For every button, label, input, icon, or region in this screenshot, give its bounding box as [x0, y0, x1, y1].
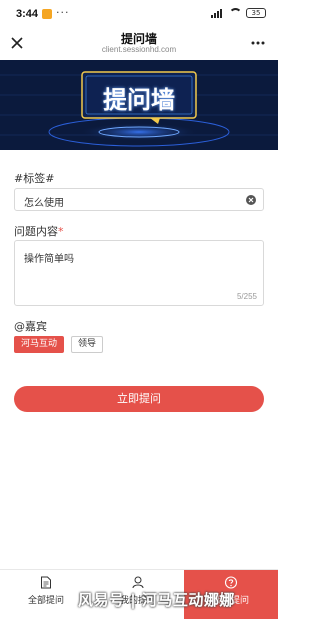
- guest-chip-hema[interactable]: 河马互动: [14, 336, 65, 353]
- watermark: 风易号 | 河马互动娜娜: [78, 591, 235, 609]
- banner: 提问墙: [0, 60, 278, 150]
- status-dots: ···: [56, 6, 70, 19]
- signal-icon: [211, 8, 225, 18]
- document-icon: [41, 576, 51, 589]
- question-label-text: 问题内容: [14, 225, 58, 238]
- wifi-icon: [229, 8, 242, 18]
- question-textarea[interactable]: 操作简单吗 5/255: [14, 240, 264, 306]
- status-indicators: 35: [211, 8, 266, 18]
- status-time: 3:44: [16, 8, 39, 20]
- submit-button[interactable]: 立即提问: [14, 386, 264, 412]
- question-value: 操作简单吗: [24, 254, 74, 265]
- notification-icon: [42, 9, 52, 19]
- question-label: 问题内容*: [14, 223, 64, 239]
- clear-icon[interactable]: [246, 195, 256, 205]
- more-button[interactable]: [246, 32, 270, 54]
- more-icon: [251, 41, 265, 45]
- page-url: client.sessionhd.com: [101, 45, 177, 54]
- banner-title: 提问墙: [103, 86, 175, 114]
- title-bar: 提问墙 client.sessionhd.com: [0, 28, 278, 60]
- battery-icon: 35: [246, 8, 266, 18]
- required-mark: *: [58, 225, 64, 238]
- status-bar: 3:44 ··· 35: [0, 0, 278, 28]
- tag-value: 怎么使用: [24, 198, 64, 209]
- person-icon: [132, 576, 144, 589]
- char-counter: 5/255: [236, 292, 257, 301]
- guest-label: @嘉宾: [14, 320, 47, 333]
- guest-chip-leader[interactable]: 领导: [71, 336, 104, 353]
- question-icon: [224, 576, 238, 589]
- tag-input[interactable]: 怎么使用: [14, 188, 264, 211]
- tag-label: #标签#: [14, 172, 55, 185]
